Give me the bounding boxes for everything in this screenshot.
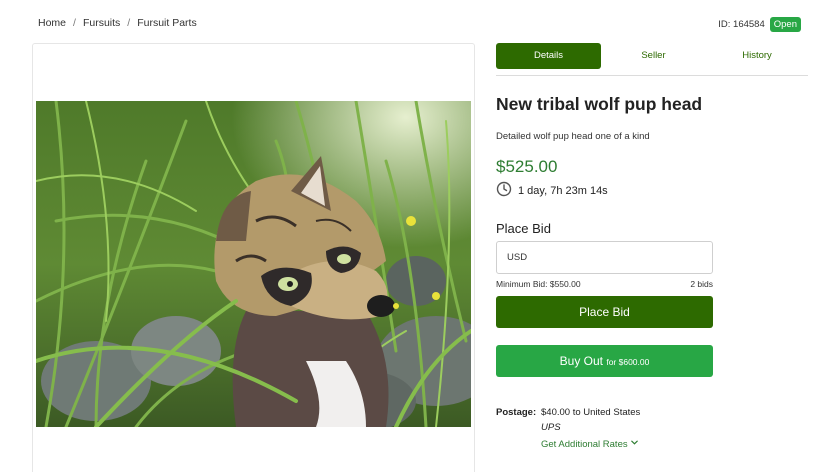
breadcrumb-separator: /: [73, 17, 76, 29]
tab-history[interactable]: History: [706, 43, 808, 69]
bid-count: 2 bids: [690, 279, 713, 289]
tab-details[interactable]: Details: [496, 43, 601, 69]
get-additional-rates-label: Get Additional Rates: [541, 439, 628, 450]
listing-photo[interactable]: [36, 101, 471, 427]
postage-carrier: UPS: [541, 422, 561, 433]
bid-amount-input[interactable]: [496, 241, 713, 274]
chevron-down-icon: [630, 439, 639, 450]
breadcrumb: Home / Fursuits / Fursuit Parts: [38, 17, 197, 29]
buy-out-price: for $600.00: [606, 357, 650, 367]
listing-id: ID: 164584: [718, 19, 765, 30]
postage-value: $40.00 to United States: [541, 407, 641, 418]
listing-tabs: Details Seller History: [496, 43, 808, 76]
get-additional-rates-link[interactable]: Get Additional Rates: [541, 438, 639, 450]
buy-out-button[interactable]: Buy Out for $600.00: [496, 345, 713, 377]
listing-description: Detailed wolf pup head one of a kind: [496, 131, 650, 142]
place-bid-button[interactable]: Place Bid: [496, 296, 713, 328]
status-badge: Open: [769, 17, 801, 32]
minimum-bid: Minimum Bid: $550.00: [496, 279, 581, 289]
breadcrumb-home[interactable]: Home: [38, 17, 66, 29]
time-remaining-text: 1 day, 7h 23m 14s: [518, 184, 608, 197]
breadcrumb-fursuits[interactable]: Fursuits: [83, 17, 120, 29]
listing-title: New tribal wolf pup head: [496, 94, 703, 114]
clock-icon: [496, 181, 512, 200]
postage-label: Postage:: [496, 407, 537, 418]
listing-id-box: ID: 164584 Open: [718, 17, 801, 32]
current-price: $525.00: [496, 157, 558, 176]
time-remaining: 1 day, 7h 23m 14s: [496, 181, 608, 200]
breadcrumb-fursuit-parts[interactable]: Fursuit Parts: [137, 17, 197, 29]
breadcrumb-separator: /: [127, 17, 131, 29]
buy-out-label: Buy Out: [559, 354, 603, 368]
bid-info: Minimum Bid: $550.00 2 bids: [496, 279, 713, 289]
wolf-head-photo-image: [36, 101, 471, 427]
place-bid-heading: Place Bid: [496, 221, 551, 236]
tab-seller[interactable]: Seller: [601, 43, 706, 69]
